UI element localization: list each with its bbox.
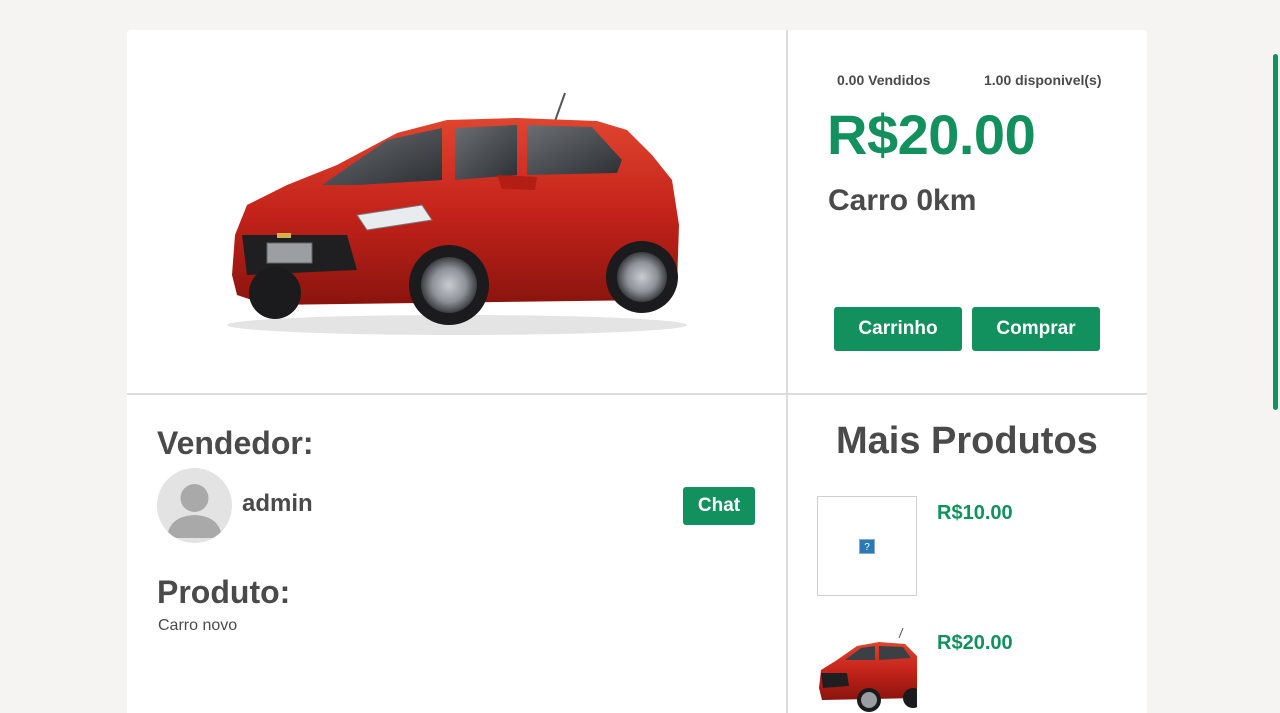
sold-count: 0.00 Vendidos	[837, 72, 931, 88]
add-to-cart-button[interactable]: Carrinho	[834, 307, 962, 351]
seller-name[interactable]: admin	[242, 490, 313, 518]
more-product-thumbnail[interactable]: ?	[817, 496, 917, 596]
product-description-heading: Produto:	[157, 574, 291, 610]
chat-button[interactable]: Chat	[683, 487, 755, 525]
buy-button[interactable]: Comprar	[972, 307, 1100, 351]
page-scrollbar[interactable]	[1273, 54, 1278, 410]
more-product-thumbnail[interactable]	[817, 628, 917, 713]
more-products-heading: Mais Produtos	[836, 420, 1098, 462]
column-divider	[786, 30, 788, 713]
available-count: 1.00 disponivel(s)	[984, 72, 1102, 88]
product-card: 0.00 Vendidos 1.00 disponivel(s) R$20.00…	[127, 30, 1147, 713]
product-description: Carro novo	[158, 617, 238, 634]
product-page: 0.00 Vendidos 1.00 disponivel(s) R$20.00…	[0, 0, 1280, 713]
product-title: Carro 0km	[828, 184, 977, 217]
user-silhouette-icon	[157, 468, 232, 543]
more-product-price[interactable]: R$10.00	[937, 502, 1013, 525]
red-hatchback-car-image	[819, 628, 917, 712]
row-divider	[127, 393, 1147, 395]
product-price: R$20.00	[827, 103, 1036, 166]
more-product-price[interactable]: R$20.00	[937, 632, 1013, 655]
broken-image-icon: ?	[859, 539, 875, 554]
seller-heading: Vendedor:	[157, 425, 314, 461]
product-image	[227, 92, 687, 335]
